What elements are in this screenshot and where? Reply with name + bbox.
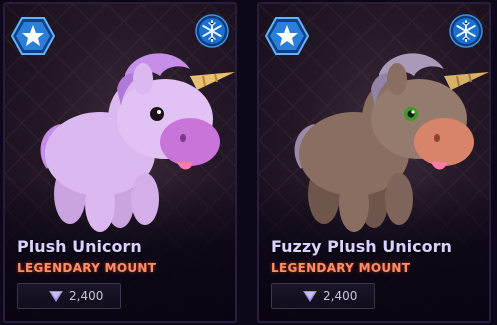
mount-name: Fuzzy Plush Unicorn <box>271 237 452 256</box>
mount-name: Plush Unicorn <box>17 237 142 256</box>
price-button[interactable]: 2,400 <box>17 283 121 309</box>
snowflake-icon <box>195 14 229 48</box>
gem-icon <box>49 291 63 302</box>
price-amount: 2,400 <box>69 289 104 303</box>
mount-card-fuzzy-plush-unicorn[interactable]: Fuzzy Plush Unicorn LEGENDARY MOUNT 2,40… <box>257 2 491 323</box>
star-hexagon-icon <box>265 17 309 55</box>
gem-icon <box>303 291 317 302</box>
mount-collection-grid: Plush Unicorn LEGENDARY MOUNT 2,400 Fuzz… <box>0 0 497 325</box>
mount-rarity-label: LEGENDARY MOUNT <box>271 261 411 275</box>
plush-unicorn-art <box>40 53 235 232</box>
price-amount: 2,400 <box>323 289 358 303</box>
mount-card-plush-unicorn[interactable]: Plush Unicorn LEGENDARY MOUNT 2,400 <box>3 2 237 323</box>
price-button[interactable]: 2,400 <box>271 283 375 309</box>
mount-rarity-label: LEGENDARY MOUNT <box>17 261 157 275</box>
fuzzy-plush-unicorn-art <box>294 53 489 232</box>
star-hexagon-icon <box>11 17 55 55</box>
snowflake-icon <box>449 14 483 48</box>
